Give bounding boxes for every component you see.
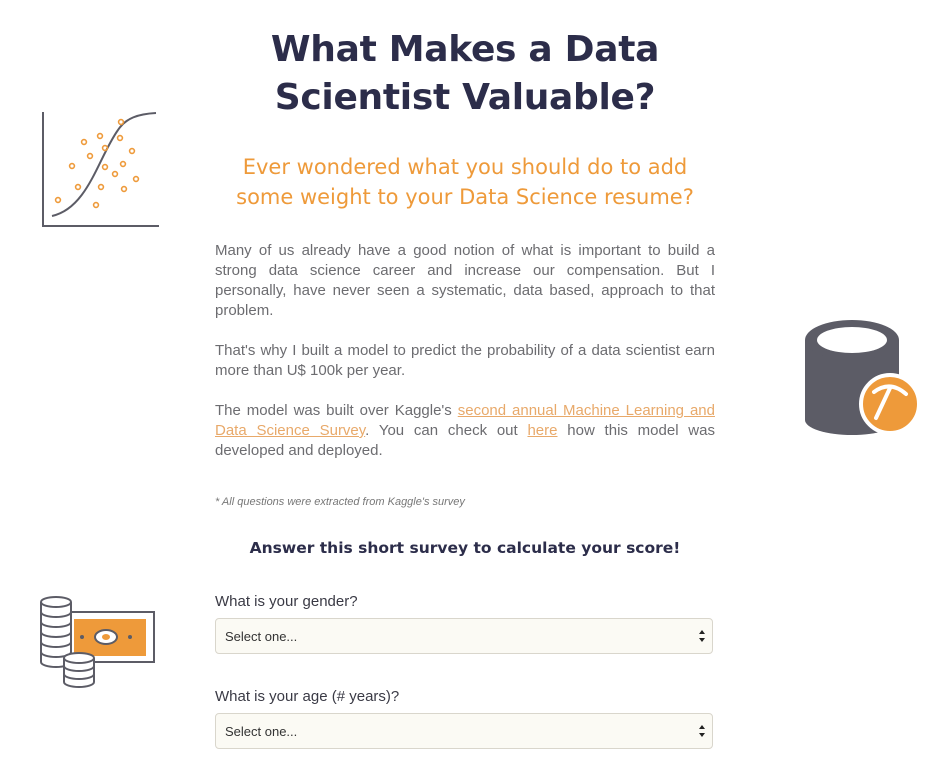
intro-paragraph-3: The model was built over Kaggle's second…	[215, 401, 715, 461]
scatter-plot-icon	[42, 112, 159, 227]
gender-select-value: Select one...	[225, 629, 298, 644]
page-subtitle: Ever wondered what you should do to add …	[190, 152, 740, 212]
intro-paragraph-2: That's why I built a model to predict th…	[215, 342, 715, 379]
page-title-line-2: Scientist Valuable?	[274, 77, 656, 118]
money-coins-icon	[40, 596, 155, 688]
database-pickaxe-icon	[805, 320, 921, 435]
select-arrows-icon	[699, 630, 705, 642]
gender-question-label: What is your gender?	[215, 593, 358, 610]
intro-paragraph-1: Many of us already have a good notion of…	[215, 242, 715, 319]
page-title-line-1: What Makes a Data	[270, 29, 660, 70]
page-subtitle-line-1: Ever wondered what you should do to add	[242, 155, 688, 179]
page-title: What Makes a Data Scientist Valuable?	[200, 26, 730, 122]
age-question-label: What is your age (# years)?	[215, 688, 400, 705]
survey-source-note: * All questions were extracted from Kagg…	[215, 496, 465, 508]
select-arrows-icon	[699, 725, 705, 737]
age-select-value: Select one...	[225, 724, 298, 739]
page-subtitle-line-2: some weight to your Data Science resume?	[236, 185, 694, 209]
age-select[interactable]: Select one...	[215, 713, 713, 749]
survey-heading: Answer this short survey to calculate yo…	[249, 539, 681, 557]
intro-text: Many of us already have a good notion of…	[215, 241, 715, 481]
gender-select[interactable]: Select one...	[215, 618, 713, 654]
intro-paragraph-3-middle: . You can check out	[365, 422, 528, 439]
intro-paragraph-3-start: The model was built over Kaggle's	[215, 402, 458, 419]
here-link[interactable]: here	[527, 422, 557, 439]
